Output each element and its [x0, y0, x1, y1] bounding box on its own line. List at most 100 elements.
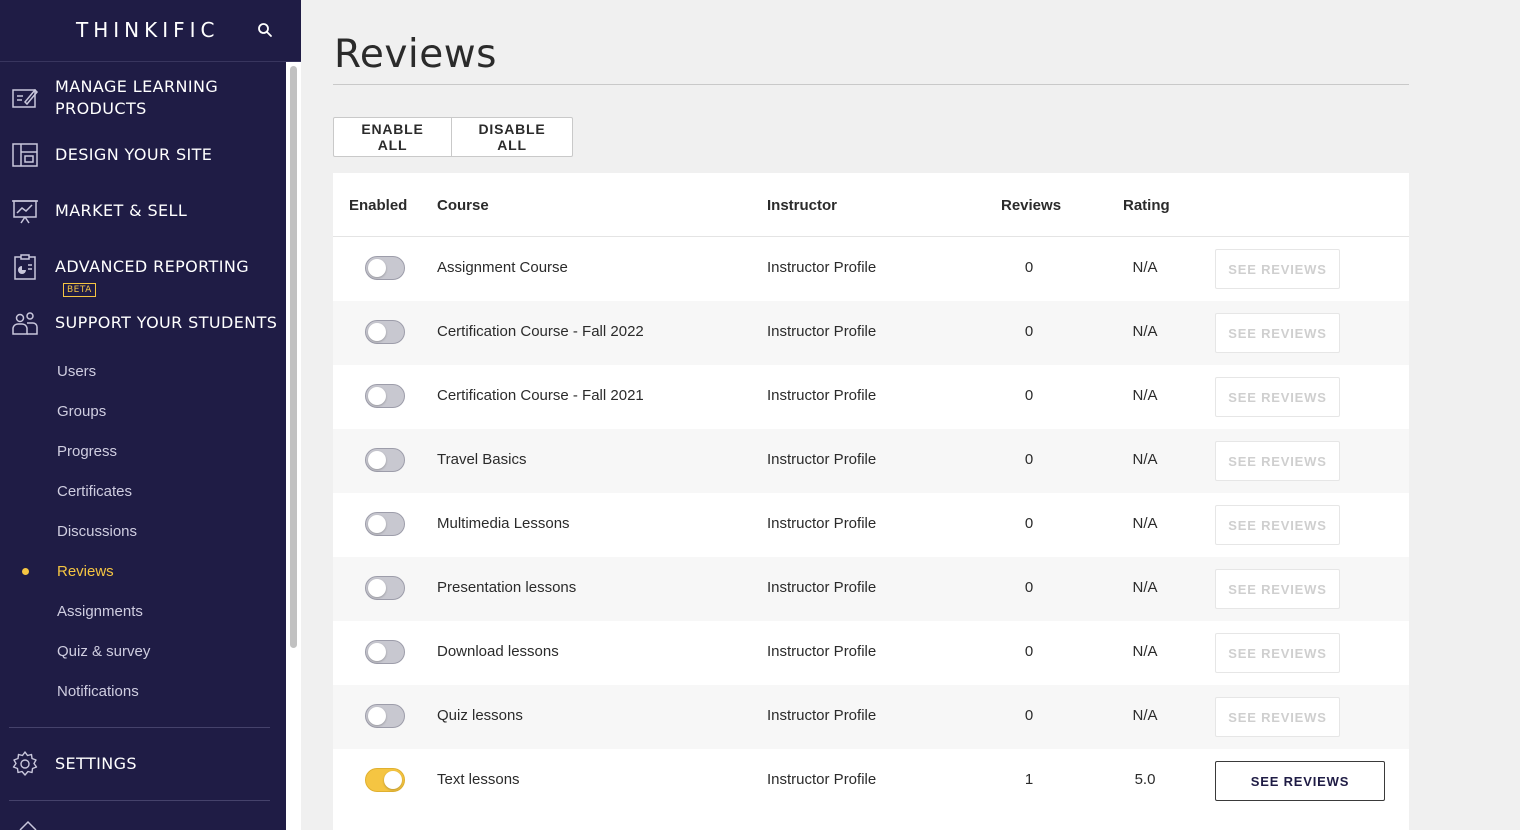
enabled-toggle[interactable]	[365, 256, 405, 280]
enabled-toggle[interactable]	[365, 576, 405, 600]
disable-all-button[interactable]: DISABLE ALL	[452, 117, 573, 157]
toggle-knob	[384, 771, 402, 789]
header-enabled: Enabled	[349, 197, 408, 214]
nav-reporting-label: ADVANCED REPORTING BETA	[55, 256, 286, 300]
table-row: Download lessons Instructor Profile 0 N/A SE…	[333, 621, 1409, 685]
reviews-count: 0	[1024, 323, 1034, 340]
enabled-toggle[interactable]	[365, 384, 405, 408]
course-name: Assignment Course	[437, 259, 568, 276]
reviews-count: 0	[1024, 451, 1034, 468]
sidebar-item-discussions[interactable]: Discussions	[57, 522, 137, 542]
reviews-count: 0	[1024, 643, 1034, 660]
instructor-name: Instructor Profile	[767, 515, 877, 532]
sidebar-item-notifications[interactable]: Notifications	[57, 682, 139, 702]
see-reviews-button[interactable]: SEE REVIEWS	[1215, 505, 1340, 545]
sidebar-item-assignments[interactable]: Assignments	[57, 602, 143, 622]
instructor-name: Instructor Profile	[767, 771, 877, 788]
see-reviews-button[interactable]: SEE REVIEWS	[1215, 377, 1340, 417]
sidebar-scrollbar[interactable]	[286, 62, 301, 830]
enabled-toggle[interactable]	[365, 448, 405, 472]
see-reviews-button[interactable]: SEE REVIEWS	[1215, 761, 1385, 801]
reviews-count: 0	[1024, 387, 1034, 404]
sidebar-scrollbar-thumb[interactable]	[290, 66, 297, 648]
enabled-toggle[interactable]	[365, 640, 405, 664]
course-name: Certification Course - Fall 2022	[437, 323, 644, 340]
instructor-name: Instructor Profile	[767, 707, 877, 724]
instructor-name: Instructor Profile	[767, 259, 877, 276]
title-divider	[333, 84, 1409, 85]
enable-all-button[interactable]: ENABLE ALL	[333, 117, 452, 157]
rating-value: N/A	[1132, 579, 1158, 596]
course-name: Quiz lessons	[437, 707, 523, 724]
enabled-toggle[interactable]	[365, 768, 405, 792]
see-reviews-button[interactable]: SEE REVIEWS	[1215, 313, 1340, 353]
course-name: Certification Course - Fall 2021	[437, 387, 644, 404]
toggle-knob	[368, 259, 386, 277]
beta-badge: BETA	[63, 283, 96, 297]
enabled-toggle[interactable]	[365, 512, 405, 536]
table-row: Text lessons Instructor Profile 1 5.0 SEE RE…	[333, 749, 1409, 813]
rating-value: 5.0	[1134, 771, 1156, 788]
nav-manage-learning-products[interactable]: MANAGE LEARNING PRODUCTS	[0, 76, 286, 124]
nav-settings[interactable]: SETTINGS	[0, 749, 286, 779]
presentation-chart-icon	[12, 200, 38, 224]
rating-value: N/A	[1132, 515, 1158, 532]
toggle-knob	[368, 323, 386, 341]
header-rating: Rating	[1123, 197, 1170, 214]
rating-value: N/A	[1132, 451, 1158, 468]
toggle-knob	[368, 387, 386, 405]
see-reviews-button[interactable]: SEE REVIEWS	[1215, 569, 1340, 609]
course-name: Download lessons	[437, 643, 559, 660]
rating-value: N/A	[1132, 643, 1158, 660]
sidebar-item-progress[interactable]: Progress	[57, 442, 117, 462]
sidebar-divider	[9, 727, 270, 728]
sidebar-item-quiz-survey[interactable]: Quiz & survey	[57, 642, 150, 662]
toggle-knob	[368, 515, 386, 533]
thinkific-logo[interactable]: THINKIFIC	[76, 18, 220, 42]
rating-value: N/A	[1132, 259, 1158, 276]
toggle-knob	[368, 451, 386, 469]
nav-support-your-students[interactable]: SUPPORT YOUR STUDENTS	[0, 308, 286, 338]
edit-document-icon	[12, 88, 39, 108]
partial-nav-icon	[19, 820, 37, 830]
enabled-toggle[interactable]	[365, 704, 405, 728]
table-row: Certification Course - Fall 2021 Instruct…	[333, 365, 1409, 429]
nav-market-label: MARKET & SELL	[55, 201, 188, 220]
table-row: Assignment Course Instructor Profile 0 N/A S…	[333, 237, 1409, 301]
sidebar-item-users[interactable]: Users	[57, 362, 96, 382]
nav-advanced-reporting[interactable]: ADVANCED REPORTING BETA	[0, 252, 286, 297]
header-reviews: Reviews	[1001, 197, 1062, 214]
rating-value: N/A	[1132, 707, 1158, 724]
reviews-count: 0	[1024, 707, 1034, 724]
instructor-name: Instructor Profile	[767, 643, 877, 660]
sidebar-item-certificates[interactable]: Certificates	[57, 482, 132, 502]
course-name: Travel Basics	[437, 451, 527, 468]
nav-manage-label-line2: PRODUCTS	[55, 99, 147, 118]
instructor-name: Instructor Profile	[767, 579, 877, 596]
reviews-count: 0	[1024, 579, 1034, 596]
gear-icon	[12, 751, 38, 776]
toggle-knob	[368, 643, 386, 661]
bulk-actions: ENABLE ALL DISABLE ALL	[333, 117, 573, 157]
enabled-toggle[interactable]	[365, 320, 405, 344]
reviews-count: 0	[1024, 259, 1034, 276]
nav-settings-label: SETTINGS	[55, 754, 137, 773]
see-reviews-button[interactable]: SEE REVIEWS	[1215, 697, 1340, 737]
active-indicator-dot	[22, 568, 29, 575]
see-reviews-button[interactable]: SEE REVIEWS	[1215, 249, 1340, 289]
nav-market-and-sell[interactable]: MARKET & SELL	[0, 196, 286, 226]
sidebar-divider-bottom	[9, 800, 270, 801]
see-reviews-button[interactable]: SEE REVIEWS	[1215, 633, 1340, 673]
layout-icon	[12, 143, 38, 167]
see-reviews-button[interactable]: SEE REVIEWS	[1215, 441, 1340, 481]
nav-reporting-text: ADVANCED REPORTING	[55, 257, 249, 276]
course-name: Multimedia Lessons	[437, 515, 570, 532]
search-icon[interactable]	[256, 21, 274, 39]
nav-design-your-site[interactable]: DESIGN YOUR SITE	[0, 140, 286, 170]
sidebar-item-groups[interactable]: Groups	[57, 402, 106, 422]
sidebar-item-reviews[interactable]: Reviews	[57, 562, 114, 582]
header-course: Course	[437, 197, 489, 214]
toggle-knob	[368, 707, 386, 725]
table-header: Enabled Course Instructor Reviews Rating	[333, 173, 1409, 237]
sidebar: THINKIFIC MANAGE LEARNING PRODUCTS DESIG…	[0, 0, 301, 830]
